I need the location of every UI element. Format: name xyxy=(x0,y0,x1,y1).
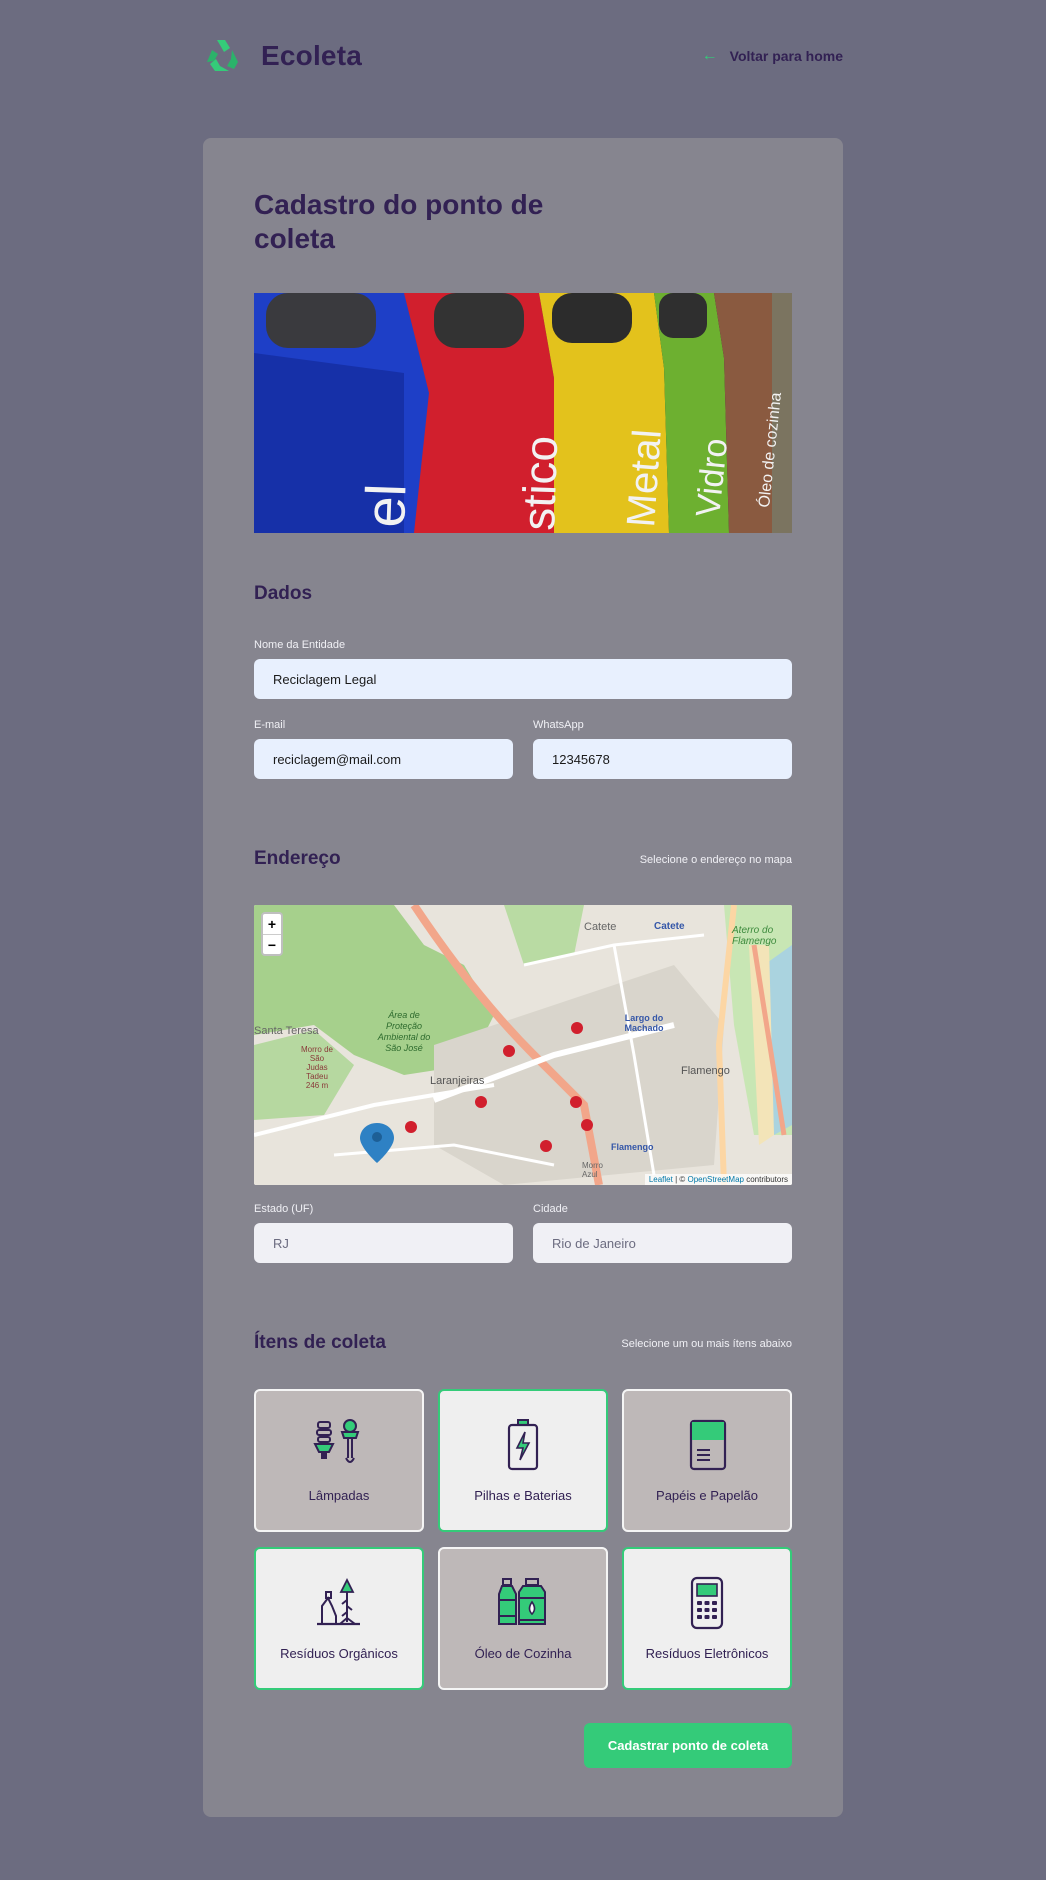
item-organic[interactable]: Resíduos Orgânicos xyxy=(254,1547,424,1690)
entity-name-input[interactable]: Reciclagem Legal xyxy=(254,659,792,699)
item-label-batteries: Pilhas e Baterias xyxy=(474,1488,572,1503)
map-label-flamengo-station: Flamengo xyxy=(611,1142,654,1152)
map-label-flamengo: Flamengo xyxy=(681,1065,730,1077)
uf-select[interactable]: RJ xyxy=(254,1223,513,1263)
lamps-icon xyxy=(313,1419,360,1463)
svg-text:Metal: Metal xyxy=(619,428,670,529)
email-input[interactable]: reciclagem@mail.com xyxy=(254,739,513,779)
leaflet-link[interactable]: Leaflet xyxy=(649,1175,673,1184)
item-batteries[interactable]: Pilhas e Baterias xyxy=(438,1389,608,1532)
map-attribution: Leaflet | © OpenStreetMap contributors xyxy=(644,1174,792,1185)
form-card: Cadastro do ponto de coleta el stico Met… xyxy=(203,138,843,1817)
arrow-left-icon: ← xyxy=(701,47,718,64)
map-label-aterro: Aterro do Flamengo xyxy=(732,925,777,947)
electronic-icon xyxy=(690,1576,724,1630)
hero-image: el stico Metal Vidro Óleo de cozinha xyxy=(254,293,792,533)
section-title-dados: Dados xyxy=(254,583,313,604)
map-label-morro-sao-judas: Morro de São Judas Tadeu 246 m xyxy=(300,1045,333,1090)
map-label-laranjeiras: Laranjeiras xyxy=(430,1075,485,1087)
osm-link[interactable]: OpenStreetMap xyxy=(687,1175,743,1184)
paper-icon xyxy=(689,1419,727,1471)
name-label: Nome da Entidade xyxy=(254,639,346,651)
back-home-label: Voltar para home xyxy=(729,48,843,64)
section-title-itens: Ítens de coleta xyxy=(254,1332,386,1353)
city-select[interactable]: Rio de Janeiro xyxy=(533,1223,792,1263)
battery-icon xyxy=(507,1419,539,1471)
logo: Ecoleta xyxy=(203,36,362,76)
whatsapp-label: WhatsApp xyxy=(533,719,584,731)
svg-text:stico: stico xyxy=(512,435,567,531)
top-header: Ecoleta ← Voltar para home xyxy=(203,34,843,78)
item-paper[interactable]: Papéis e Papelão xyxy=(622,1389,792,1532)
submit-button[interactable]: Cadastrar ponto de coleta xyxy=(584,1723,792,1768)
whatsapp-input[interactable]: 12345678 xyxy=(533,739,792,779)
items-grid: Lâmpadas Pilhas e Baterias Papéis e Pape xyxy=(254,1389,792,1690)
attribution-separator: | © xyxy=(672,1175,688,1184)
map-label-area: Área de Proteção Ambiental do São José xyxy=(377,1010,431,1053)
section-title-endereco: Endereço xyxy=(254,848,341,869)
oil-icon xyxy=(498,1578,546,1625)
back-home-link[interactable]: ← Voltar para home xyxy=(702,47,843,65)
item-label-oil: Óleo de Cozinha xyxy=(474,1646,572,1661)
item-label-lamps: Lâmpadas xyxy=(308,1488,370,1503)
page-title: Cadastro do ponto de coleta xyxy=(254,189,544,254)
zoom-in-button[interactable]: + xyxy=(263,914,281,934)
item-electronics[interactable]: Resíduos Eletrônicos xyxy=(622,1547,792,1690)
svg-text:el: el xyxy=(353,483,417,529)
uf-label: Estado (UF) xyxy=(254,1203,314,1215)
logo-text: Ecoleta xyxy=(261,40,362,71)
map-label-largo: Largo do Machado xyxy=(624,1013,664,1033)
attribution-tail: contributors xyxy=(743,1175,788,1184)
item-label-paper: Papéis e Papelão xyxy=(656,1488,758,1503)
item-label-electronics: Resíduos Eletrônicos xyxy=(645,1646,769,1661)
recycle-logo-icon xyxy=(207,40,238,71)
email-label: E-mail xyxy=(254,719,286,731)
map-label-santa-teresa: Santa Teresa xyxy=(254,1025,319,1037)
map-label-catete: Catete xyxy=(584,921,617,933)
item-label-organic: Resíduos Orgânicos xyxy=(280,1646,398,1661)
items-hint: Selecione um ou mais ítens abaixo xyxy=(621,1338,792,1350)
address-hint: Selecione o endereço no mapa xyxy=(639,854,792,866)
address-map[interactable]: Catete Catete Aterro do Flamengo Santa T… xyxy=(254,905,792,1185)
map-zoom-control: + − xyxy=(261,912,283,956)
item-oil[interactable]: Óleo de Cozinha xyxy=(438,1547,608,1690)
zoom-out-button[interactable]: − xyxy=(263,934,281,954)
organic-icon xyxy=(317,1577,360,1626)
map-label-catete-station: Catete xyxy=(654,921,685,932)
map-label-morro-azul: Morro Azul xyxy=(582,1161,603,1179)
city-label: Cidade xyxy=(533,1203,568,1215)
item-lamps[interactable]: Lâmpadas xyxy=(254,1389,424,1532)
